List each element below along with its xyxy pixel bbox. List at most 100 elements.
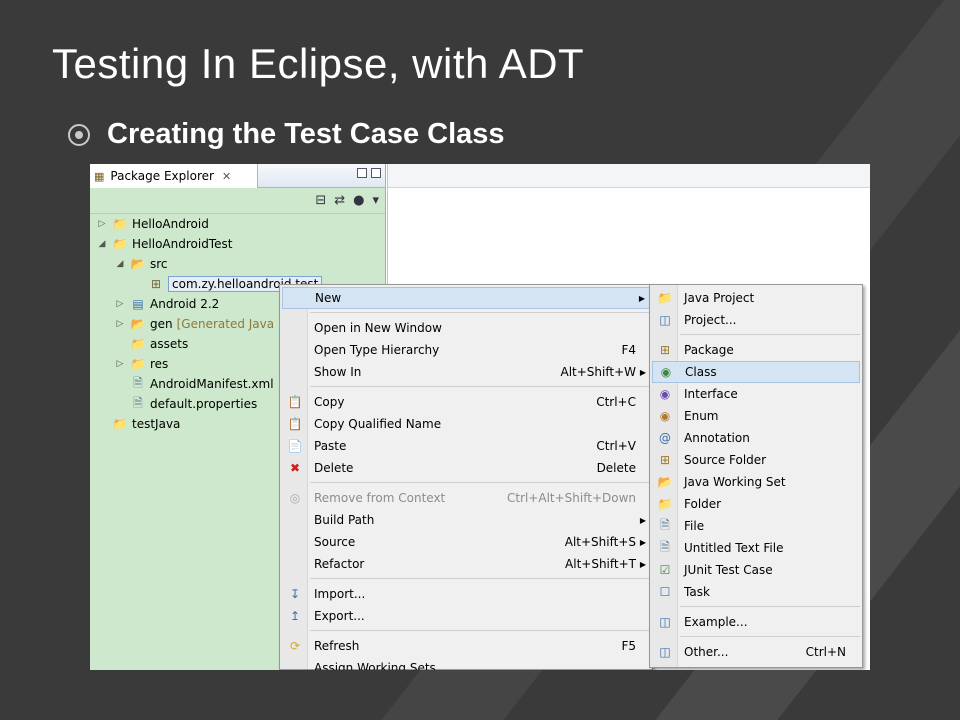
submenu-item-other[interactable]: ◫ Other... Ctrl+N [652, 641, 860, 663]
submenu-item-java-working-set[interactable]: 📂 Java Working Set [652, 471, 860, 493]
submenu-item-example[interactable]: ◫ Example... [652, 611, 860, 633]
menu-item-new[interactable]: New ▶ [282, 287, 650, 309]
folder-icon: 📁 [130, 337, 146, 351]
context-menu: New ▶ Open in New Window Open Type Hiera… [279, 284, 653, 670]
submenu-item-interface[interactable]: ◉ Interface [652, 383, 860, 405]
expand-icon[interactable]: ▷ [114, 299, 126, 309]
tree-item[interactable]: 🗎 AndroidManifest.xml [114, 374, 274, 394]
folder-icon: 📁 [130, 357, 146, 371]
tree-item[interactable]: ▷ 📂 gen [Generated Java F [114, 314, 285, 334]
link-with-editor-icon[interactable]: ⇄ [334, 193, 345, 208]
submenu-item-junit-test-case[interactable]: ☑ JUnit Test Case [652, 559, 860, 581]
tree-item-label: src [150, 257, 168, 271]
tree-item[interactable]: 📁 assets [114, 334, 189, 354]
submenu-item-file[interactable]: 🗎 File [652, 515, 860, 537]
android-project-icon: 📁 [112, 237, 128, 251]
submenu-item-package[interactable]: ⊞ Package [652, 339, 860, 361]
source-folder-icon: 📂 [130, 257, 146, 271]
submenu-item-source-folder[interactable]: ⊞ Source Folder [652, 449, 860, 471]
android-project-icon: 📁 [112, 217, 128, 231]
menu-item-source[interactable]: Source Alt+Shift+S ▶ [282, 531, 650, 553]
tree-item[interactable]: ▷ 📁 HelloAndroid [96, 214, 209, 234]
annotation-icon: @ [659, 431, 671, 445]
menu-item-show-in[interactable]: Show In Alt+Shift+W ▶ [282, 361, 650, 383]
view-window-buttons [357, 168, 381, 178]
file-icon: 🗎 [133, 395, 143, 410]
copy-icon: 📋 [287, 395, 303, 409]
tree-item[interactable]: 🗎 default.properties [114, 394, 257, 414]
collapse-icon[interactable]: ◢ [114, 259, 126, 269]
slide-title: Testing In Eclipse, with ADT [52, 40, 585, 87]
minimize-icon[interactable] [357, 168, 367, 178]
tree-item-label: res [150, 357, 169, 371]
bullet-text: Creating the Test Case Class [107, 118, 505, 150]
collapse-icon[interactable]: ◢ [96, 239, 108, 249]
example-icon: ◫ [659, 615, 671, 629]
menu-item-copy-qualified-name[interactable]: 📋 Copy Qualified Name [282, 413, 650, 435]
close-icon[interactable]: ✕ [222, 170, 231, 183]
package-explorer-toolbar: ⊟ ⇄ ● ▾ [90, 188, 385, 214]
submenu-item-project[interactable]: ◫ Project... [652, 309, 860, 331]
new-submenu: 📁 Java Project ◫ Project... ⊞ Package ◉ … [649, 284, 863, 668]
menu-item-open-in-new-window[interactable]: Open in New Window [282, 317, 650, 339]
tab-package-explorer[interactable]: ▦ Package Explorer ✕ [90, 164, 258, 188]
tree-item[interactable]: ◢ 📂 src [114, 254, 168, 274]
expand-icon[interactable]: ▷ [96, 219, 108, 229]
submenu-item-java-project[interactable]: 📁 Java Project [652, 287, 860, 309]
submenu-item-task[interactable]: ☐ Task [652, 581, 860, 603]
tree-item[interactable]: ▷ 📁 res [114, 354, 169, 374]
menu-item-build-path[interactable]: Build Path ▶ [282, 509, 650, 531]
tree-item[interactable]: ◢ 📁 HelloAndroidTest [96, 234, 233, 254]
expand-icon[interactable]: ▷ [114, 359, 126, 369]
menu-item-refresh[interactable]: ⟳ Refresh F5 [282, 635, 650, 657]
delete-icon: ✖ [289, 461, 301, 475]
remove-context-icon: ◎ [289, 491, 301, 505]
task-icon: ☐ [659, 585, 671, 599]
menu-separator [310, 312, 650, 313]
bullet-point: Creating the Test Case Class [68, 118, 505, 151]
submenu-item-annotation[interactable]: @ Annotation [652, 427, 860, 449]
submenu-item-folder[interactable]: 📁 Folder [652, 493, 860, 515]
menu-item-import[interactable]: ↧ Import... [282, 583, 650, 605]
menu-item-assign-working-sets[interactable]: Assign Working Sets... [282, 657, 650, 670]
xml-file-icon: 🗎 [133, 375, 143, 390]
menu-item-open-type-hierarchy[interactable]: Open Type Hierarchy F4 [282, 339, 650, 361]
source-folder-icon: 📂 [130, 317, 146, 331]
menu-separator [680, 334, 860, 335]
menu-separator [310, 578, 650, 579]
tree-item-label: testJava [132, 417, 181, 431]
focus-task-icon[interactable]: ● [353, 193, 364, 208]
tab-label: Package Explorer [110, 169, 214, 183]
menu-item-remove-from-context[interactable]: ◎ Remove from Context Ctrl+Alt+Shift+Dow… [282, 487, 650, 509]
maximize-icon[interactable] [371, 168, 381, 178]
class-icon: ◉ [660, 365, 672, 379]
tree-item-decoration: [Generated Java F [176, 317, 285, 331]
menu-item-export[interactable]: ↥ Export... [282, 605, 650, 627]
submenu-arrow-icon: ▶ [638, 293, 645, 303]
submenu-item-enum[interactable]: ◉ Enum [652, 405, 860, 427]
expand-icon[interactable]: ▷ [114, 319, 126, 329]
tree-item-label: HelloAndroidTest [132, 237, 233, 251]
tree-item-label: Android 2.2 [150, 297, 220, 311]
tree-item-label: AndroidManifest.xml [150, 377, 274, 391]
bullet-icon [68, 123, 90, 146]
folder-icon: 📁 [657, 497, 673, 511]
menu-item-copy[interactable]: 📋 Copy Ctrl+C [282, 391, 650, 413]
menu-item-refactor[interactable]: Refactor Alt+Shift+T ▶ [282, 553, 650, 575]
view-menu-icon[interactable]: ▾ [372, 193, 379, 208]
package-explorer-icon: ▦ [94, 169, 105, 183]
collapse-all-icon[interactable]: ⊟ [315, 193, 326, 208]
tree-item-label: assets [150, 337, 189, 351]
submenu-item-untitled-text-file[interactable]: 🗎 Untitled Text File [652, 537, 860, 559]
menu-item-paste[interactable]: 📄 Paste Ctrl+V [282, 435, 650, 457]
menu-item-delete[interactable]: ✖ Delete Delete [282, 457, 650, 479]
project-icon: 📁 [112, 417, 128, 431]
refresh-icon: ⟳ [289, 639, 301, 653]
submenu-item-class[interactable]: ◉ Class [652, 361, 860, 383]
tree-item[interactable]: ▷ ▤ Android 2.2 [114, 294, 220, 314]
enum-icon: ◉ [659, 409, 671, 423]
submenu-arrow-icon: ▶ [639, 537, 646, 547]
project-wizard-icon: ◫ [659, 313, 671, 327]
tree-item[interactable]: 📁 testJava [96, 414, 181, 434]
junit-icon: ☑ [659, 563, 671, 577]
